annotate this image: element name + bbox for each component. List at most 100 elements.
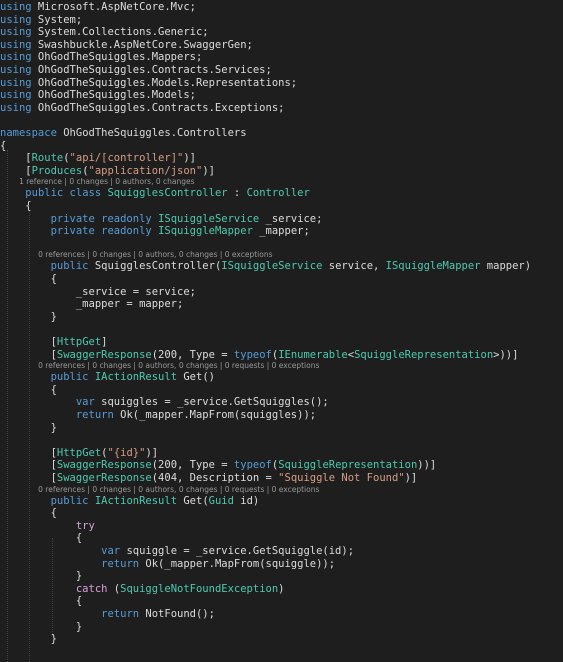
code-line[interactable]: [SwaggerResponse(200, Type = typeof(IEnu… [0,349,563,361]
code-token: "application/json" [88,164,203,177]
code-line[interactable]: using Microsoft.AspNetCore.Mvc; [0,1,563,13]
code-token: Controller [246,187,310,200]
code-token: SquiggleRepresentation [278,459,418,472]
code-line[interactable]: using OhGodTheSquiggles.Models; [0,89,563,101]
code-token: )] [145,446,159,459]
code-line[interactable]: _service = service; [0,286,563,298]
code-line[interactable]: var squiggles = _service.GetSquiggles(); [0,396,563,408]
code-line[interactable]: { [0,507,563,519]
code-token: var [101,545,121,557]
code-line[interactable]: private readonly ISquiggleService _servi… [0,213,563,225]
code-line[interactable]: public SquigglesController(ISquiggleServ… [0,260,563,272]
code-token: [ [0,152,32,165]
code-token: } [0,570,83,583]
code-token: { [0,507,57,520]
code-token: public [50,260,89,273]
code-line[interactable]: using System.Collections.Generic; [0,26,563,38]
code-token: IEnumerable [278,348,348,361]
code-token: OhGodTheSquiggles.Models; [31,89,196,102]
code-line[interactable]: return Ok(_mapper.MapFrom(squiggles)); [0,409,563,421]
code-line[interactable]: [HttpGet] [0,336,563,348]
codelens-info[interactable]: 0 references | 0 changes | 0 authors, 0 … [0,485,563,494]
code-token: OhGodTheSquiggles.Models.Representations… [31,76,298,89]
code-token: ] [101,336,108,348]
code-token: using [0,89,32,102]
code-line[interactable]: namespace OhGodTheSquiggles.Controllers [0,127,563,139]
codelens-info[interactable]: 1 reference | 0 changes | 0 authors, 0 c… [0,177,563,186]
code-line[interactable]: } [0,311,563,323]
code-line[interactable]: var squiggle = _service.GetSquiggle(id); [0,545,563,557]
code-line[interactable]: { [0,140,563,152]
code-line[interactable]: { [0,532,563,544]
code-line[interactable]: using Swashbuckle.AspNetCore.SwaggerGen; [0,39,563,51]
code-token: [ [0,164,32,177]
code-token: namespace [0,127,57,139]
code-line[interactable]: using OhGodTheSquiggles.Models.Represent… [0,77,563,89]
code-line[interactable]: [SwaggerResponse(404, Description = "Squ… [0,472,563,484]
code-line[interactable]: using OhGodTheSquiggles.Contracts.Servic… [0,64,563,76]
code-line[interactable]: public IActionResult Get(Guid id) [0,495,563,507]
code-token: return [101,557,140,570]
code-token: } [0,633,57,646]
code-line[interactable]: { [0,595,563,607]
code-editor[interactable]: using Microsoft.AspNetCore.Mvc; using Sys… [0,0,563,662]
code-token: _service = service; [0,285,196,298]
code-line[interactable]: } [0,633,563,645]
code-token: ) [278,582,285,595]
code-token: using [0,13,32,26]
code-line[interactable]: return NotFound(); [0,608,563,620]
code-token: catch [75,582,108,595]
code-token: ISquiggleMapper [385,260,481,273]
code-token: System.Collections.Generic; [31,26,209,39]
code-token: OhGodTheSquiggles.Controllers [56,127,247,139]
code-line[interactable]: [SwaggerResponse(200, Type = typeof(Squi… [0,459,563,471]
code-token: private readonly [50,225,152,238]
code-token: (404, Description = [151,472,279,484]
code-token: ( [107,582,121,595]
code-token: typeof [233,459,272,472]
code-line[interactable]: return Ok(_mapper.MapFrom(squiggle)); [0,558,563,570]
code-line[interactable]: public class SquigglesController : Contr… [0,187,563,199]
code-line[interactable]: public IActionResult Get() [0,371,563,383]
code-line[interactable]: { [0,384,563,396]
code-token: using [0,1,32,13]
code-token: "api/[controller]" [69,152,184,165]
code-token: : [227,187,247,200]
code-line[interactable]: [Route("api/[controller]")] [0,152,563,164]
code-line[interactable]: catch (SquiggleNotFoundException) [0,583,563,595]
code-token: return [75,409,114,421]
code-line[interactable]: } [0,422,563,434]
code-token: using [0,38,32,51]
code-line[interactable]: [Produces("application/json")] [0,165,563,177]
code-line[interactable]: _mapper = mapper; [0,298,563,310]
code-token: >))] [493,348,519,361]
codelens-info[interactable]: 0 references | 0 changes | 0 authors, 0 … [0,361,563,370]
code-token: Swashbuckle.AspNetCore.SwaggerGen; [31,38,253,51]
code-line[interactable]: try [0,520,563,532]
code-token: SquiggleRepresentation [354,348,494,361]
code-token: } [0,421,57,434]
code-line[interactable]: { [0,273,563,285]
code-line[interactable]: } [0,570,563,582]
code-line[interactable]: } [0,621,563,633]
code-line[interactable]: using System; [0,14,563,26]
code-token: { [0,532,83,545]
code-token: var [75,396,95,409]
code-token: [ [0,446,57,459]
code-line[interactable]: using OhGodTheSquiggles.Mappers; [0,51,563,63]
code-token: try [75,519,95,532]
code-token: Ok(_mapper.MapFrom(squiggle)); [139,557,336,570]
code-line[interactable]: private readonly ISquiggleMapper _mapper… [0,225,563,237]
code-token: Get( [177,494,209,507]
code-line[interactable]: { [0,200,563,212]
code-token: Get() [177,371,215,384]
code-line[interactable]: using OhGodTheSquiggles.Contracts.Except… [0,102,563,114]
code-token: SwaggerResponse [56,472,152,484]
code-line[interactable]: [HttpGet("{id}")] [0,447,563,459]
codelens-info[interactable]: 0 references | 0 changes | 0 authors, 0 … [0,250,563,259]
